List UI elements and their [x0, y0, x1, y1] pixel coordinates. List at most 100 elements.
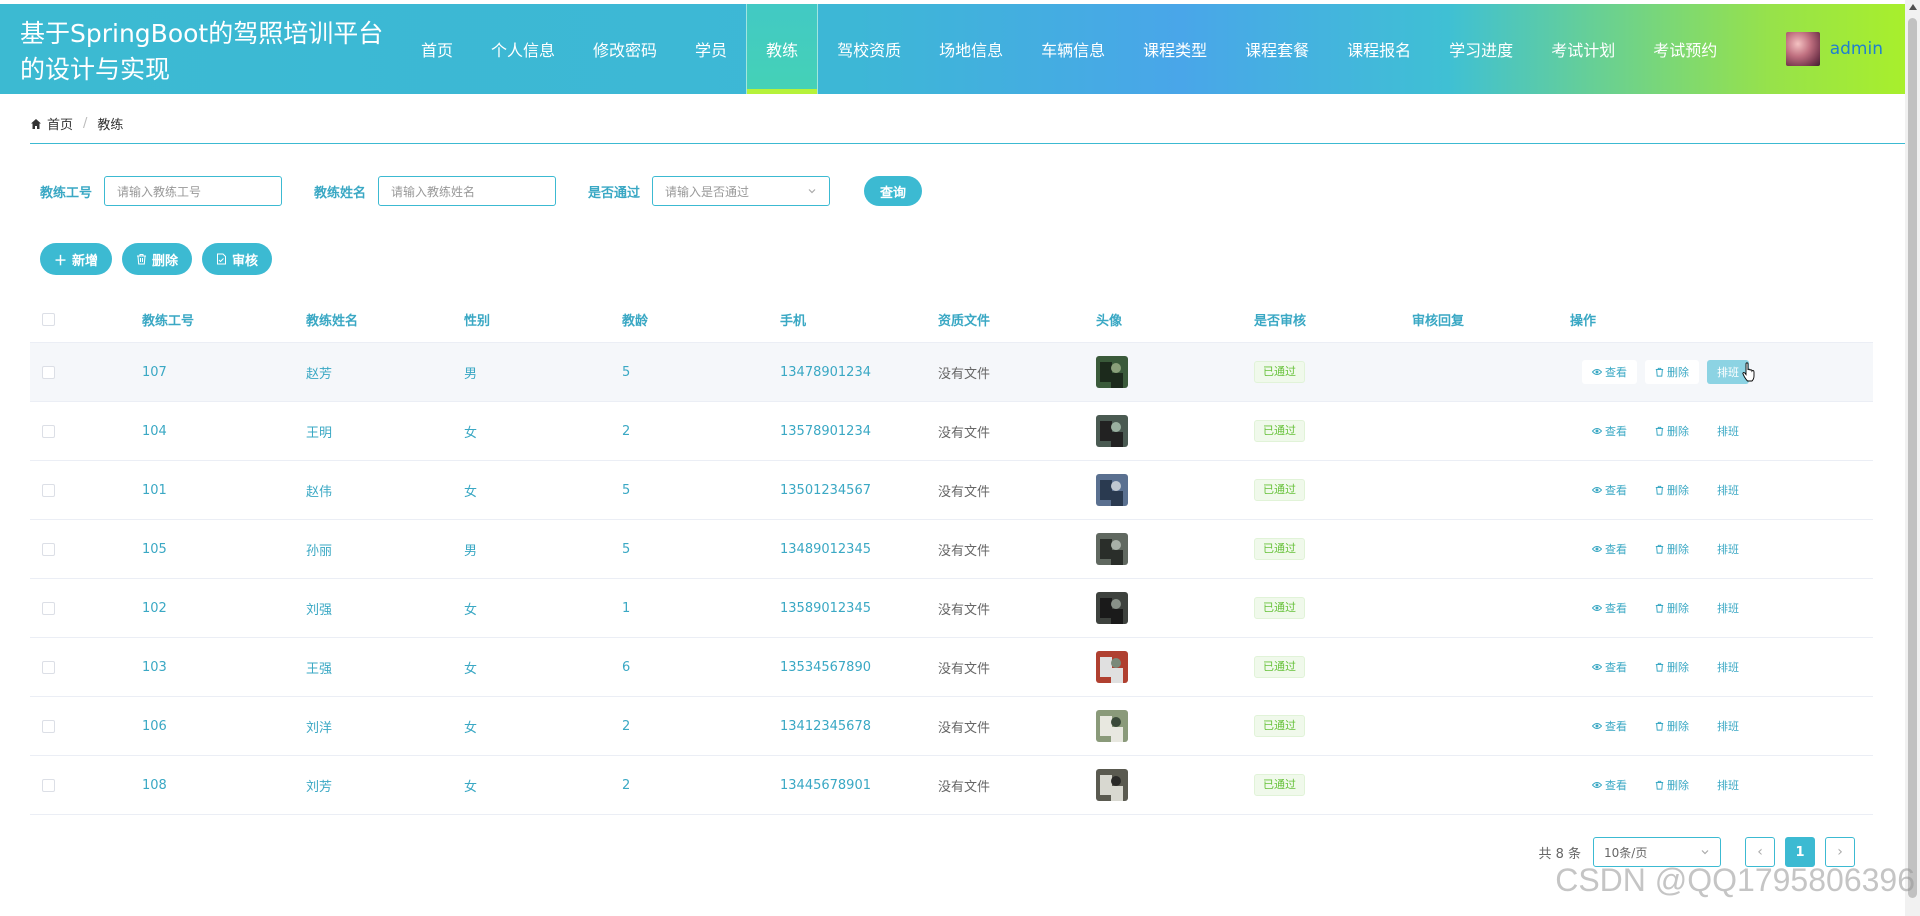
batch-delete-button[interactable]: 删除 [122, 243, 193, 275]
delete-button[interactable]: 删除 [1645, 419, 1699, 443]
row-checkbox[interactable] [42, 778, 55, 792]
table-row[interactable]: 108 刘芳 女 2 13445678901 没有文件 已通过 查看 删除 排班 [30, 756, 1873, 815]
coach-avatar-image[interactable] [1096, 474, 1128, 506]
delete-button[interactable]: 删除 [1645, 773, 1699, 797]
table-body: 107 赵芳男 5 13478901234 没有文件 已通过 查看 删除 排班 104 王明女 2 13… [30, 343, 1873, 815]
coach-avatar-image[interactable] [1096, 592, 1128, 624]
view-button[interactable]: 查看 [1582, 360, 1637, 384]
header-audit-status[interactable]: 是否审核 [1254, 310, 1412, 329]
view-button-label: 查看 [1605, 779, 1627, 792]
schedule-button[interactable]: 排班 [1707, 478, 1749, 502]
coach-avatar-image[interactable] [1096, 533, 1128, 565]
cell-phone: 13589012345 [780, 600, 871, 616]
schedule-button[interactable]: 排班 [1707, 773, 1749, 797]
header-audit-reply[interactable]: 审核回复 [1412, 310, 1570, 329]
delete-button[interactable]: 删除 [1645, 478, 1699, 502]
nav-item-13[interactable]: 考试预约 [1634, 4, 1736, 94]
trash-icon [1655, 367, 1664, 377]
nav-item-9[interactable]: 课程套餐 [1226, 4, 1328, 94]
row-checkbox[interactable] [42, 424, 55, 438]
query-button[interactable]: 查询 [864, 176, 923, 206]
status-badge: 已通过 [1254, 420, 1305, 442]
view-button[interactable]: 查看 [1582, 478, 1637, 502]
nav-item-2[interactable]: 修改密码 [574, 4, 676, 94]
nav-item-0[interactable]: 首页 [402, 4, 472, 94]
nav-item-11[interactable]: 学习进度 [1430, 4, 1532, 94]
coach-avatar-image[interactable] [1096, 651, 1128, 683]
row-checkbox[interactable] [42, 483, 55, 497]
user-menu[interactable]: admin [1785, 32, 1883, 66]
breadcrumb-home[interactable]: 首页 [47, 114, 73, 133]
coach-name-input[interactable]: 请输入教练姓名 [378, 176, 557, 206]
select-all-checkbox[interactable] [42, 312, 55, 326]
row-checkbox[interactable] [42, 365, 55, 379]
pass-status-placeholder: 请输入是否通过 [665, 184, 750, 199]
table-row[interactable]: 103 王强 女 6 13534567890 没有文件 已通过 查看 删除 排班 [30, 638, 1873, 697]
breadcrumb-separator: / [83, 116, 88, 131]
delete-button[interactable]: 删除 [1645, 360, 1699, 384]
coach-avatar-image[interactable] [1096, 356, 1128, 388]
table-row[interactable]: 106 刘洋 女 2 13412345678 没有文件 已通过 查看 删除 排班 [30, 697, 1873, 756]
schedule-button[interactable]: 排班 [1707, 655, 1749, 679]
nav-item-4[interactable]: 教练 [746, 4, 819, 94]
cell-teaching-years: 1 [622, 600, 631, 616]
audit-button[interactable]: 审核 [202, 243, 273, 275]
header-qualification-file[interactable]: 资质文件 [938, 310, 1096, 329]
table-row[interactable]: 105 孙丽 男 5 13489012345 没有文件 已通过 查看 删除 排班 [30, 520, 1873, 579]
view-button[interactable]: 查看 [1582, 655, 1637, 679]
table-row[interactable]: 104 王明 女 2 13578901234 没有文件 已通过 查看 删除 排班 [30, 402, 1873, 461]
chevron-down-icon [808, 189, 816, 194]
document-check-icon [217, 253, 227, 265]
header-avatar[interactable]: 头像 [1096, 310, 1254, 329]
row-checkbox[interactable] [42, 601, 55, 615]
delete-button[interactable]: 删除 [1645, 596, 1699, 620]
view-button[interactable]: 查看 [1582, 419, 1637, 443]
table-row[interactable]: 102 刘强 女 1 13589012345 没有文件 已通过 查看 删除 排班 [30, 579, 1873, 638]
delete-button[interactable]: 删除 [1645, 537, 1699, 561]
delete-button[interactable]: 删除 [1645, 714, 1699, 738]
header-teaching-years[interactable]: 教龄 [622, 310, 780, 329]
header-coach-id[interactable]: 教练工号 [142, 310, 306, 329]
coach-avatar-image[interactable] [1096, 769, 1128, 801]
add-button[interactable]: ＋ 新增 [40, 243, 113, 275]
header-coach-name[interactable]: 教练姓名 [306, 310, 464, 329]
scroll-up-icon[interactable] [1909, 4, 1917, 10]
row-checkbox[interactable] [42, 660, 55, 674]
view-button[interactable]: 查看 [1582, 537, 1637, 561]
nav-item-3[interactable]: 学员 [676, 4, 746, 94]
nav-item-10[interactable]: 课程报名 [1328, 4, 1430, 94]
delete-button-label: 删除 [1667, 602, 1689, 615]
nav-item-12[interactable]: 考试计划 [1532, 4, 1634, 94]
row-checkbox[interactable] [42, 542, 55, 556]
cell-phone: 13489012345 [780, 541, 871, 557]
nav-item-7[interactable]: 车辆信息 [1022, 4, 1124, 94]
username[interactable]: admin [1830, 39, 1883, 59]
header-sex[interactable]: 性别 [464, 310, 622, 329]
table-row[interactable]: 101 赵伟 女 5 13501234567 没有文件 已通过 查看 删除 排班 [30, 461, 1873, 520]
nav-item-1[interactable]: 个人信息 [472, 4, 574, 94]
coach-avatar-image[interactable] [1096, 710, 1128, 742]
avatar[interactable] [1785, 32, 1820, 66]
schedule-button[interactable]: 排班 [1707, 537, 1749, 561]
page-scrollbar[interactable] [1905, 0, 1920, 916]
nav-item-6[interactable]: 场地信息 [920, 4, 1022, 94]
nav-item-8[interactable]: 课程类型 [1124, 4, 1226, 94]
top-navbar: 基于SpringBoot的驾照培训平台的设计与实现 首页 个人信息 修改密码 学员 教练… [0, 4, 1905, 94]
header-phone[interactable]: 手机 [780, 310, 938, 329]
scrollbar-thumb[interactable] [1908, 18, 1917, 898]
schedule-button[interactable]: 排班 [1707, 419, 1749, 443]
schedule-button[interactable]: 排班 [1707, 714, 1749, 738]
nav-item-5[interactable]: 驾校资质 [818, 4, 920, 94]
pass-status-select[interactable]: 请输入是否通过 [652, 176, 831, 206]
coach-avatar-image[interactable] [1096, 415, 1128, 447]
table-row[interactable]: 107 赵芳 男 5 13478901234 没有文件 已通过 查看 删除 排班 [30, 343, 1873, 402]
view-button[interactable]: 查看 [1582, 773, 1637, 797]
view-button[interactable]: 查看 [1582, 596, 1637, 620]
schedule-button[interactable]: 排班 [1707, 596, 1749, 620]
row-checkbox[interactable] [42, 719, 55, 733]
coach-id-input[interactable]: 请输入教练工号 [104, 176, 283, 206]
audit-button-label: 审核 [232, 253, 259, 269]
view-button[interactable]: 查看 [1582, 714, 1637, 738]
schedule-button-label: 排班 [1717, 779, 1739, 792]
delete-button[interactable]: 删除 [1645, 655, 1699, 679]
